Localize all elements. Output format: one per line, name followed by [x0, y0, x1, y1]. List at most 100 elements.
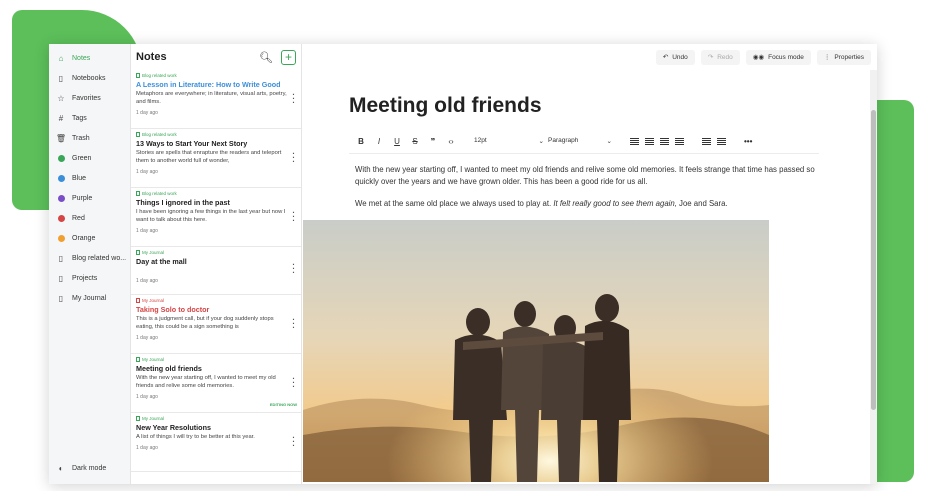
align-right-icon[interactable]: [660, 137, 669, 145]
sidebar-item-orange[interactable]: Orange: [49, 228, 130, 248]
note-list-item-active[interactable]: My Journal Meeting old friends With the …: [131, 354, 301, 413]
format-toolbar: B I U S ❞ ‹› 12pt ⌄ Paragraph ⌄ •••: [352, 134, 752, 148]
outdent-icon[interactable]: [702, 137, 711, 145]
note-date: 1 day ago: [136, 278, 158, 284]
note-title: A Lesson in Literature: How to Write Goo…: [136, 80, 281, 89]
sidebar-item-blog-related-work[interactable]: ▯ Blog related wo...: [49, 248, 130, 268]
sidebar-item-my-journal[interactable]: ▯ My Journal: [49, 288, 130, 308]
quote-button[interactable]: ❞: [424, 137, 442, 146]
sidebar-item-purple[interactable]: Purple: [49, 188, 130, 208]
sidebar-item-favorites[interactable]: ☆ Favorites: [49, 88, 130, 108]
italic-button[interactable]: I: [370, 137, 388, 146]
search-icon[interactable]: 🔍︎: [259, 51, 273, 64]
note-date: 1 day ago: [136, 168, 158, 175]
sidebar-item-notebooks[interactable]: ▯ Notebooks: [49, 68, 130, 88]
bold-button[interactable]: B: [352, 137, 370, 146]
chevron-down-icon: ⌄: [606, 138, 612, 145]
align-justify-icon[interactable]: [675, 137, 684, 145]
align-center-icon[interactable]: [645, 137, 654, 145]
color-dot-icon: [56, 193, 66, 203]
sidebar-item-tags[interactable]: # Tags: [49, 108, 130, 128]
more-options-icon[interactable]: · · ·: [292, 375, 295, 391]
note-excerpt: Metaphors are everywhere; in literature,…: [136, 91, 287, 105]
paragraph-style-select[interactable]: Paragraph ⌄: [548, 137, 612, 145]
kebab-icon: ⋮: [823, 54, 831, 61]
sidebar-item-projects[interactable]: ▯ Projects: [49, 268, 130, 288]
more-options-icon[interactable]: · · ·: [292, 434, 295, 450]
editing-now-badge: EDITING NOW: [269, 402, 297, 407]
properties-button[interactable]: ⋮ Properties: [816, 49, 871, 65]
notebook-tag: Blog related work: [136, 73, 287, 78]
sidebar-item-label: Tags: [72, 114, 87, 122]
sidebar-item-label: Blog related wo...: [72, 254, 127, 262]
align-left-icon[interactable]: [630, 137, 639, 145]
note-list-item[interactable]: My Journal Day at the mall 1 day ago · · ·: [131, 247, 301, 295]
editor-topbar: ↶ Undo ↷ Redo ◉◉ Focus mode ⋮ Properties: [302, 44, 877, 70]
stage: ⌂ Notes ▯ Notebooks ☆ Favorites # Tags 🗑…: [0, 0, 926, 491]
redo-icon: ↷: [707, 54, 714, 61]
notebook-icon: ▯: [58, 73, 64, 83]
notes-header: Notes 🔍︎ +: [131, 44, 301, 70]
notebook-tag: My Journal: [136, 357, 287, 362]
note-excerpt: I have been ignoring a few things in the…: [136, 209, 286, 223]
note-list-item[interactable]: My Journal New Year Resolutions A list o…: [131, 413, 301, 472]
home-icon: ⌂: [58, 53, 64, 63]
note-excerpt: With the new year starting off, I wanted…: [136, 375, 276, 389]
more-options-icon[interactable]: · · ·: [292, 150, 295, 166]
sidebar-item-notes[interactable]: ⌂ Notes: [49, 48, 130, 68]
notebook-icon: [136, 191, 140, 196]
sidebar-item-label: Green: [72, 154, 92, 162]
code-button[interactable]: ‹›: [442, 137, 460, 146]
strikethrough-button[interactable]: S: [406, 137, 424, 146]
color-dot-icon: [56, 173, 66, 183]
sidebar-item-label: Trash: [72, 134, 90, 142]
more-options-icon[interactable]: · · ·: [292, 91, 295, 107]
sidebar-item-red[interactable]: Red: [49, 208, 130, 228]
embedded-photo-friends-sunset: [303, 220, 769, 482]
sidebar-item-label: Red: [72, 214, 85, 222]
notebook-tag: My Journal: [136, 298, 287, 303]
sidebar-item-trash[interactable]: 🗑 Trash: [49, 128, 130, 148]
note-list-item[interactable]: Blog related work Things I ignored in th…: [131, 188, 301, 247]
editor-paragraph-1[interactable]: With the new year starting off, I wanted…: [355, 164, 817, 188]
notebook-icon: ▯: [58, 253, 64, 263]
sidebar-item-label: Notebooks: [72, 74, 106, 82]
editor-scrollbar[interactable]: [870, 70, 877, 484]
note-excerpt: Stories are spells that enrapture the re…: [136, 150, 282, 164]
note-title: New Year Resolutions: [136, 423, 211, 432]
indent-icon[interactable]: [717, 137, 726, 145]
sidebar-item-green[interactable]: Green: [49, 148, 130, 168]
dark-mode-toggle[interactable]: ◐ Dark mode: [49, 458, 130, 478]
undo-icon: ↶: [662, 54, 669, 61]
more-options-icon[interactable]: · · ·: [292, 261, 295, 277]
redo-button[interactable]: ↷ Redo: [700, 49, 740, 65]
note-list-item[interactable]: Blog related work A Lesson in Literature…: [131, 70, 301, 129]
note-title: Day at the mall: [136, 257, 187, 266]
more-format-icon[interactable]: •••: [744, 137, 752, 146]
note-title: Taking Solo to doctor: [136, 305, 210, 314]
notes-title: Notes: [136, 51, 167, 63]
notebook-icon: [136, 416, 140, 421]
toolbar-divider: [349, 153, 819, 154]
add-note-button[interactable]: +: [281, 49, 296, 65]
notebook-icon: ▯: [58, 293, 64, 303]
more-options-icon[interactable]: · · ·: [292, 209, 295, 225]
note-title: 13 Ways to Start Your Next Story: [136, 139, 248, 148]
sidebar-item-blue[interactable]: Blue: [49, 168, 130, 188]
note-list-item[interactable]: My Journal Taking Solo to doctor This is…: [131, 295, 301, 354]
notebook-tag: My Journal: [136, 416, 287, 421]
font-size-select[interactable]: 12pt ⌄: [474, 137, 544, 145]
more-options-icon[interactable]: · · ·: [292, 316, 295, 332]
scrollbar-thumb[interactable]: [871, 110, 876, 410]
notebook-tag: Blog related work: [136, 132, 287, 137]
underline-button[interactable]: U: [388, 137, 406, 146]
hash-icon: #: [58, 113, 64, 123]
sidebar-item-label: Projects: [72, 274, 98, 282]
note-list-item[interactable]: Blog related work 13 Ways to Start Your …: [131, 129, 301, 188]
editor-paragraph-2[interactable]: We met at the same old place we always u…: [355, 198, 817, 210]
undo-button[interactable]: ↶ Undo: [655, 49, 695, 65]
color-dot-icon: [56, 213, 66, 223]
document-title[interactable]: Meeting old friends: [349, 94, 542, 118]
focus-mode-button[interactable]: ◉◉ Focus mode: [745, 49, 811, 65]
note-title: Things I ignored in the past: [136, 198, 230, 207]
